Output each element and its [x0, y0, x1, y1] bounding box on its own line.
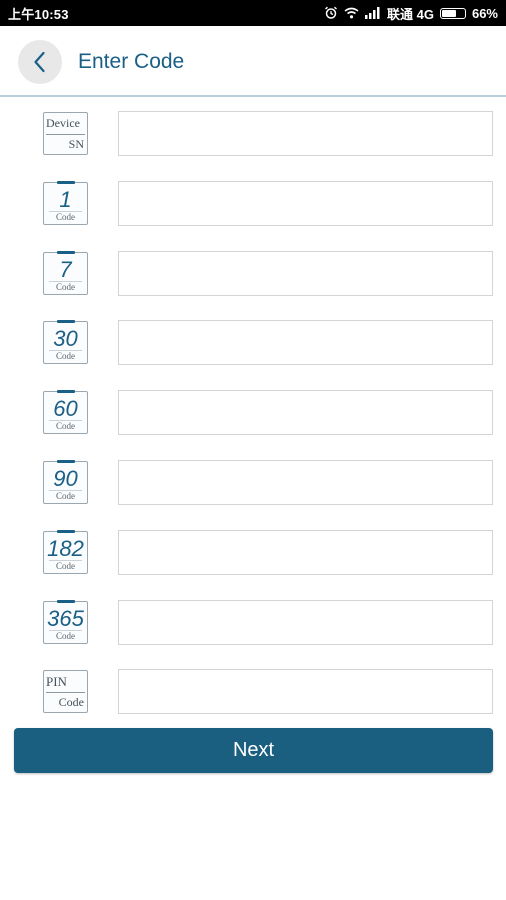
calendar-code-icon: 182 Code [43, 530, 88, 574]
code-row: 60 Code [0, 390, 506, 436]
calendar-code-icon: 7 Code [43, 251, 88, 295]
code-sub-label: Code [49, 420, 82, 432]
calendar-code-icon: 30 Code [43, 320, 88, 364]
code-days-number: 30 [53, 326, 78, 351]
calendar-tab [56, 320, 75, 323]
code-input[interactable] [118, 181, 493, 226]
code-sub-label: Code [49, 211, 82, 223]
code-days-number: 90 [53, 466, 78, 491]
calendar-tab [56, 600, 75, 603]
code-row: 1 Code [0, 181, 506, 227]
code-input[interactable] [118, 600, 493, 645]
code-row: Device SN [0, 111, 506, 157]
wifi-icon [344, 7, 359, 19]
icon-bottom-label: Code [58, 695, 84, 709]
code-days-number: 182 [47, 536, 84, 561]
app-header: Enter Code [0, 26, 506, 97]
carrier-label: 联通 4G [387, 6, 434, 22]
code-row: 30 Code [0, 320, 506, 366]
icon-divider [46, 134, 85, 135]
code-row: 365 Code [0, 600, 506, 646]
next-button[interactable]: Next [14, 728, 493, 773]
status-icons: 联通 4G 66% [324, 4, 498, 23]
code-sub-label: Code [49, 490, 82, 502]
calendar-code-icon: 365 Code [43, 600, 88, 644]
calendar-code-icon: 1 Code [43, 181, 88, 225]
calendar-tab [56, 390, 75, 393]
code-input[interactable] [118, 390, 493, 435]
code-sub-label: Code [49, 350, 82, 362]
code-input[interactable] [118, 111, 493, 156]
device-sn-icon: Device SN [43, 112, 88, 155]
code-row: 182 Code [0, 530, 506, 576]
calendar-tab [56, 251, 75, 254]
calendar-tab [56, 460, 75, 463]
calendar-tab [56, 530, 75, 533]
code-days-number: 7 [59, 257, 72, 282]
alarm-icon [325, 6, 337, 19]
status-bar: 上午10:53 联通 4G 66% [0, 0, 506, 26]
icon-divider [46, 692, 85, 693]
icon-top-label: Device [46, 116, 80, 130]
code-input[interactable] [118, 530, 493, 575]
code-days-number: 60 [53, 396, 78, 421]
code-input[interactable] [118, 320, 493, 365]
signal-icon [365, 7, 380, 19]
chevron-left-icon [34, 51, 45, 73]
code-input[interactable] [118, 251, 493, 296]
calendar-code-icon: 90 Code [43, 460, 88, 504]
code-sub-label: Code [49, 281, 82, 293]
battery-icon [439, 7, 466, 19]
calendar-code-icon: 60 Code [43, 390, 88, 434]
icon-bottom-label: SN [68, 137, 84, 151]
code-input[interactable] [118, 669, 493, 714]
code-days-number: 1 [59, 187, 72, 212]
page-title: Enter Code [78, 50, 185, 73]
code-sub-label: Code [49, 630, 82, 642]
icon-top-label: PIN [46, 674, 67, 689]
calendar-tab [56, 181, 75, 184]
status-time: 上午10:53 [8, 6, 69, 22]
back-button[interactable] [18, 40, 62, 84]
code-row: PIN Code [0, 669, 506, 715]
pin-code-icon: PIN Code [43, 670, 88, 713]
code-sub-label: Code [49, 560, 82, 572]
code-row: 7 Code [0, 251, 506, 297]
code-input[interactable] [118, 460, 493, 505]
code-row: 90 Code [0, 460, 506, 506]
battery-percent: 66% [471, 5, 498, 21]
code-days-number: 365 [47, 606, 84, 631]
